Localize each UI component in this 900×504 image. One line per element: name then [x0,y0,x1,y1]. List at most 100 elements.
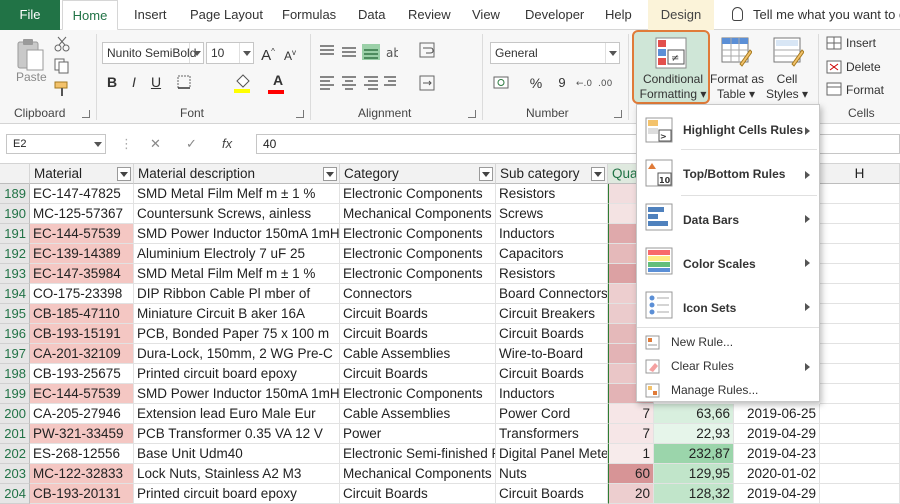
column-header-d[interactable]: Sub category [496,164,608,184]
column-header-b[interactable]: Material description [134,164,340,184]
format-painter-icon[interactable] [54,80,72,98]
format-as-table-icon[interactable] [720,36,752,68]
column-header-c[interactable]: Category [340,164,496,184]
tab-developer[interactable]: Developer [525,0,584,30]
row-header[interactable]: 198 [0,364,30,384]
tab-help[interactable]: Help [605,0,632,30]
insert-cells-icon[interactable] [826,36,842,50]
tab-home[interactable]: Home [62,0,118,31]
tab-page-layout[interactable]: Page Layout [190,0,263,30]
cell-material[interactable]: ES-268-12556 [30,444,134,464]
font-color-button[interactable]: A [268,70,288,90]
merge-center-icon[interactable] [418,74,438,92]
cell-category[interactable]: Mechanical Components [340,204,496,224]
cell-styles-icon[interactable] [772,36,804,68]
cell-subcategory[interactable]: Resistors [496,184,608,204]
cell-description[interactable]: SMD Metal Film Melf m ± 1 % [134,184,340,204]
cell-material[interactable]: CB-193-20131 [30,484,134,504]
cell-subcategory[interactable]: Board Connectors [496,284,608,304]
menu-item-new-rule[interactable]: New Rule... [637,333,819,353]
filter-dropdown-icon[interactable] [117,167,131,181]
insert-cells-button[interactable]: Insert [846,36,876,51]
cell-category[interactable]: Circuit Boards [340,364,496,384]
font-size-select[interactable]: 10 [206,42,254,64]
row-header[interactable]: 189 [0,184,30,204]
number-launcher-icon[interactable] [614,110,622,118]
cell-material[interactable]: CB-193-15191 [30,324,134,344]
cell-empty[interactable] [820,264,900,284]
cell-category[interactable]: Circuit Boards [340,324,496,344]
cell-empty[interactable] [820,464,900,484]
cell-category[interactable]: Electronic Components [340,224,496,244]
cell-styles-label1[interactable]: Cell [764,72,810,87]
cell-subcategory[interactable]: Screws [496,204,608,224]
cell-description[interactable]: DIP Ribbon Cable Pl mber of [134,284,340,304]
cell-empty[interactable] [820,224,900,244]
delete-cells-button[interactable]: Delete [846,60,881,75]
cell-material[interactable]: MC-125-57367 [30,204,134,224]
tab-data[interactable]: Data [358,0,385,30]
cell-description[interactable]: Miniature Circuit B aker 16A [134,304,340,324]
cell-material[interactable]: PW-321-33459 [30,424,134,444]
tab-formulas[interactable]: Formulas [282,0,336,30]
cell-description[interactable]: Dura-Lock, 150mm, 2 WG Pre-C [134,344,340,364]
cell-category[interactable]: Mechanical Components [340,464,496,484]
cell-material[interactable]: EC-144-57539 [30,224,134,244]
cell-empty[interactable] [820,284,900,304]
tab-insert[interactable]: Insert [134,0,167,30]
cell-subcategory[interactable]: Digital Panel Mete [496,444,608,464]
menu-item-icon-sets[interactable]: Icon Sets [637,291,819,321]
row-header[interactable]: 199 [0,384,30,404]
row-header[interactable]: 191 [0,224,30,244]
percent-button[interactable]: % [526,73,546,93]
cell-quantity[interactable]: 7 [608,404,654,424]
row-header[interactable]: 192 [0,244,30,264]
paste-icon[interactable] [14,38,48,74]
cell-category[interactable]: Electronic Semi-finished Pi [340,444,496,464]
format-cells-button[interactable]: Format [846,83,884,98]
cell-description[interactable]: Printed circuit board epoxy [134,364,340,384]
cell-subcategory[interactable]: Power Cord [496,404,608,424]
row-header[interactable]: 202 [0,444,30,464]
menu-item-manage-rules[interactable]: Manage Rules... [637,381,819,401]
shrink-font-button[interactable]: Av [280,43,300,63]
alignment-launcher-icon[interactable] [468,110,476,118]
menu-item-color-scales[interactable]: Color Scales [637,247,819,277]
cell-empty[interactable] [820,344,900,364]
cut-icon[interactable] [54,36,70,52]
borders-icon[interactable] [176,74,202,92]
format-as-table-label1[interactable]: Format as [710,72,764,87]
row-header[interactable]: 195 [0,304,30,324]
cell-category[interactable]: Power [340,424,496,444]
cell-material[interactable]: CO-175-23398 [30,284,134,304]
cell-material[interactable]: EC-139-14389 [30,244,134,264]
menu-item-clear-rules[interactable]: Clear Rules [637,357,819,377]
cell-description[interactable]: Base Unit Udm40 [134,444,340,464]
cell-category[interactable]: Cable Assemblies [340,344,496,364]
cell-material[interactable]: CB-185-47110 [30,304,134,324]
column-header-h[interactable]: H [820,164,900,184]
delete-cells-icon[interactable] [826,60,842,74]
filter-dropdown-icon[interactable] [323,167,337,181]
font-name-select[interactable]: Nunito SemiBold [102,42,204,64]
cell-empty[interactable] [820,184,900,204]
cell-description[interactable]: Aluminium Electroly 7 uF 25 [134,244,340,264]
comma-style-button[interactable]: 9 [552,73,572,93]
cell-material[interactable]: EC-147-47825 [30,184,134,204]
cell-subcategory[interactable]: Wire-to-Board [496,344,608,364]
tab-review[interactable]: Review [408,0,451,30]
cell-description[interactable]: SMD Power Inductor 150mA 1mH [134,384,340,404]
bold-button[interactable]: B [102,72,122,92]
cell-material[interactable]: CA-201-32109 [30,344,134,364]
tab-design[interactable]: Design [648,0,714,30]
wrap-text-icon[interactable] [418,40,438,60]
cell-date[interactable]: 2019-04-29 [734,484,820,504]
cell-styles-label2[interactable]: Styles ▾ [764,87,810,102]
cell-category[interactable]: Electronic Components [340,384,496,404]
cell-description[interactable]: Extension lead Euro Male Eur [134,404,340,424]
cell-subcategory[interactable]: Capacitors [496,244,608,264]
horizontal-align-icons[interactable] [318,74,398,92]
conditional-formatting-button[interactable]: ≠ Conditional Formatting ▾ [632,30,710,104]
cell-empty[interactable] [820,404,900,424]
underline-button[interactable]: U [146,72,166,92]
